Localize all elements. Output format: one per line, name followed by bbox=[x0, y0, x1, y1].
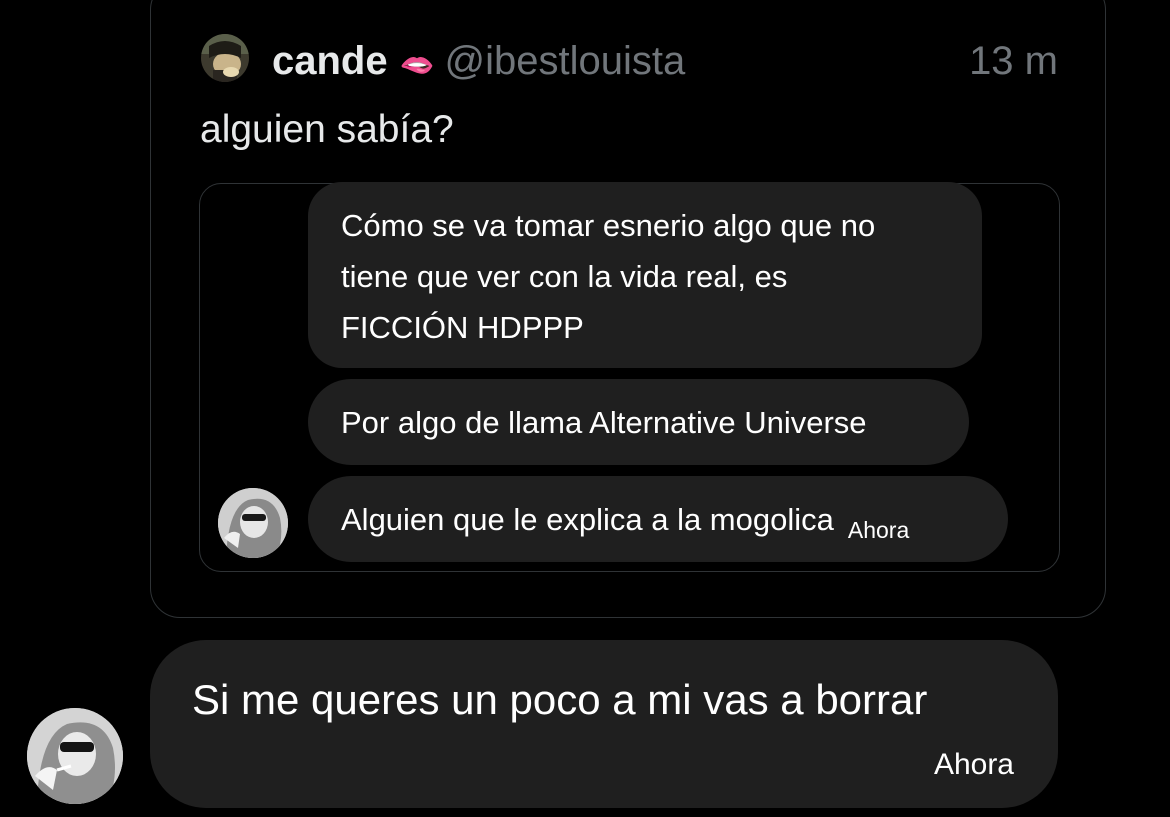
tweet-author-name[interactable]: cande bbox=[272, 38, 388, 84]
message-timestamp: Ahora bbox=[933, 748, 1014, 781]
message-time: Ahora bbox=[847, 517, 910, 543]
message-text: Alguien que le explica a la mogolica bbox=[341, 502, 834, 537]
message-line: tiene que ver con la vida real, es bbox=[341, 259, 788, 294]
tweet-text: alguien sabía? bbox=[200, 108, 454, 151]
screenshot-message-bubble: Por algo de llama Alternative Universe bbox=[308, 379, 969, 465]
tweet-timestamp[interactable]: 13 m bbox=[969, 38, 1058, 84]
sender-avatar[interactable] bbox=[27, 708, 123, 804]
screenshot-sender-avatar bbox=[218, 488, 288, 558]
message-text: Si me queres un poco a mi vas a borrar bbox=[192, 676, 928, 723]
tweet-author-handle[interactable]: @ibestlouista bbox=[444, 38, 685, 84]
message-text: Por algo de llama Alternative Universe bbox=[341, 405, 867, 440]
screenshot-message-bubble: Alguien que le explica a la mogolica Ahor… bbox=[308, 476, 1008, 562]
tweet-author-avatar[interactable] bbox=[201, 34, 249, 82]
tweet-header: cande 🫦 @ibestlouista bbox=[272, 38, 685, 84]
message-line: Cómo se va tomar esnerio algo que no bbox=[341, 208, 876, 243]
screenshot-message-bubble: Cómo se va tomar esnerio algo que no tie… bbox=[308, 182, 982, 368]
message-line: FICCIÓN HDPPP bbox=[341, 310, 584, 345]
name-emoji: 🫦 bbox=[399, 49, 435, 80]
